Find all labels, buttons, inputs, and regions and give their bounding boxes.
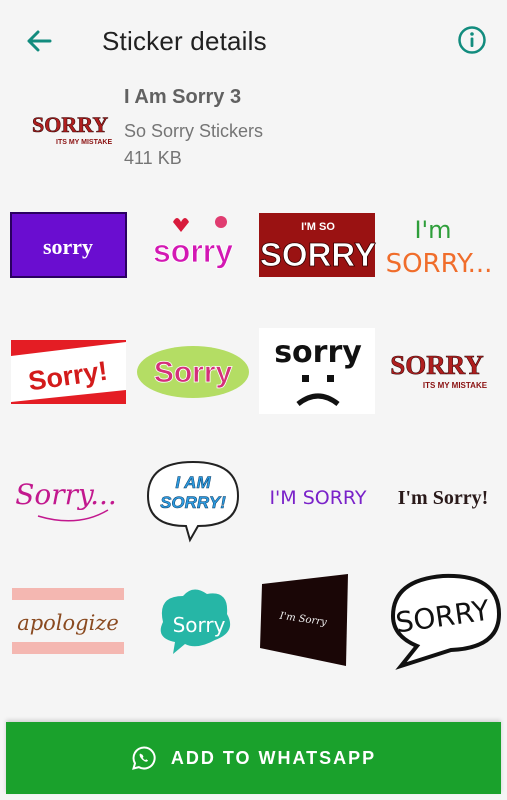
sticker-text: sorry bbox=[153, 233, 233, 269]
sticker-text: I'M SO bbox=[301, 221, 335, 233]
sticker-text: Sorry... bbox=[15, 478, 117, 511]
sticker-item[interactable]: I'm Sorry bbox=[258, 570, 378, 670]
page-title: Sticker details bbox=[102, 26, 267, 56]
sticker-text: sorry bbox=[274, 335, 362, 370]
pack-publisher: So Sorry Stickers bbox=[124, 121, 264, 141]
top-app-bar: Sticker details bbox=[0, 0, 507, 80]
sticker-text: I'm bbox=[414, 216, 451, 244]
pack-icon-text: SORRY bbox=[32, 112, 108, 137]
pack-tray-icon: SORRY ITS MY MISTAKE bbox=[26, 108, 116, 152]
sticker-item[interactable]: I'm Sorry! bbox=[383, 446, 503, 546]
sticker-text-2: SORRY... bbox=[386, 249, 493, 279]
sticker-text: I'M SORRY bbox=[269, 487, 366, 509]
sticker-text-2: SORRY! bbox=[160, 493, 226, 512]
sticker-item[interactable]: SORRY ITS MY MISTAKE bbox=[383, 322, 503, 422]
sticker-item[interactable]: I'm SORRY... bbox=[383, 200, 503, 300]
sticker-text: I AM bbox=[175, 473, 211, 492]
sticker-text: I'm Sorry! bbox=[398, 487, 489, 509]
sticker-text-2: SORRY bbox=[260, 236, 376, 273]
add-to-whatsapp-label: ADD TO WHATSAPP bbox=[170, 747, 377, 768]
sticker-item[interactable]: sorry bbox=[8, 200, 128, 300]
sticker-item[interactable]: I'M SORRY bbox=[258, 446, 378, 546]
pack-size: 411 KB bbox=[124, 148, 182, 168]
sticker-text: sorry bbox=[43, 234, 93, 259]
sticker-text: Sorry bbox=[173, 613, 226, 637]
sticker-text: apologize bbox=[17, 611, 119, 635]
pack-icon-subtext: ITS MY MISTAKE bbox=[56, 139, 112, 146]
sticker-item[interactable]: sorry bbox=[133, 200, 253, 300]
sticker-item[interactable]: I'M SO SORRY bbox=[258, 200, 378, 300]
sticker-item[interactable]: Sorry bbox=[133, 570, 253, 670]
pack-name: I Am Sorry 3 bbox=[124, 86, 242, 108]
sticker-text: SORRY bbox=[390, 350, 484, 380]
sticker-item[interactable]: SORRY bbox=[383, 570, 503, 670]
sticker-text: Sorry bbox=[154, 356, 233, 389]
info-icon bbox=[458, 26, 486, 54]
sticker-grid: sorry sorry I'M SO SORRY I'm SORRY... So… bbox=[0, 200, 507, 730]
sticker-text-2: ITS MY MISTAKE bbox=[423, 381, 488, 390]
sticker-item[interactable]: I AM SORRY! bbox=[133, 446, 253, 546]
add-to-whatsapp-button[interactable]: ADD TO WHATSAPP bbox=[6, 722, 501, 794]
whatsapp-icon bbox=[131, 746, 156, 770]
sticker-item[interactable]: sorry bbox=[258, 322, 378, 422]
sticker-item[interactable]: Sorry bbox=[133, 322, 253, 422]
info-button[interactable] bbox=[457, 25, 487, 55]
sticker-item[interactable]: apologize bbox=[8, 570, 128, 670]
sticker-item[interactable]: Sorry! bbox=[8, 322, 128, 422]
arrow-left-icon bbox=[27, 30, 52, 52]
back-button[interactable] bbox=[22, 24, 56, 58]
sticker-item[interactable]: Sorry... bbox=[8, 446, 128, 546]
